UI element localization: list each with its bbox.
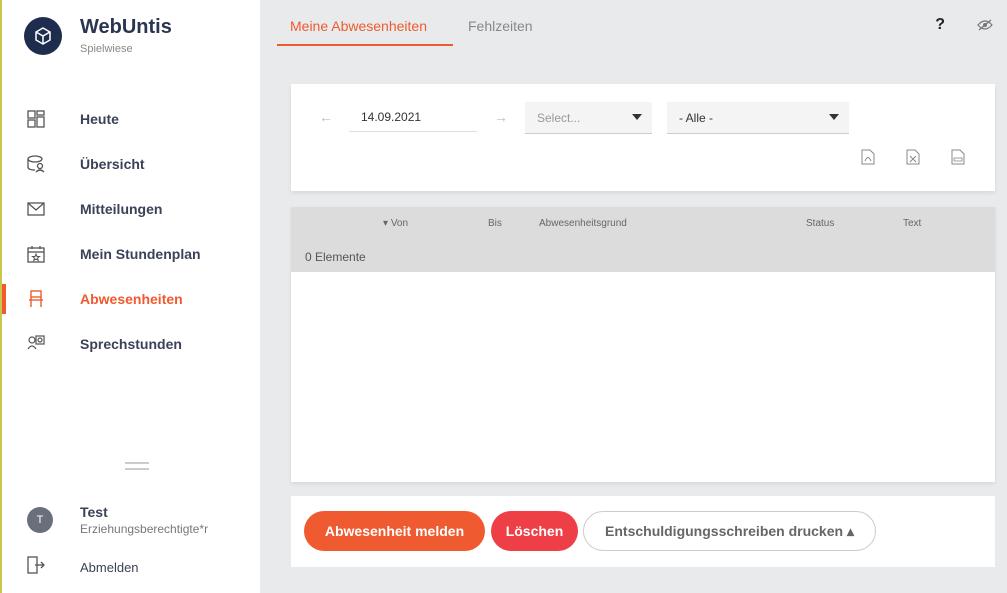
chair-icon: [27, 289, 45, 308]
app-title: WebUntis: [80, 16, 172, 38]
column-bis[interactable]: Bis: [488, 218, 502, 229]
eye-off-icon[interactable]: [977, 18, 993, 36]
sidebar-item-abwesenheiten[interactable]: Abwesenheiten: [2, 276, 260, 321]
collapse-handle[interactable]: [125, 462, 149, 474]
logo-icon: [24, 16, 62, 55]
next-date-button[interactable]: →: [494, 109, 508, 125]
sidebar-item-label: Heute: [80, 110, 119, 127]
sidebar: WebUntis Spielwiese Heute Übersicht Mitt…: [0, 0, 260, 593]
tab-meine-abwesenheiten[interactable]: Meine Abwesenheiten: [290, 18, 427, 34]
sidebar-item-label: Mein Stundenplan: [80, 245, 201, 262]
student-select-value: Select...: [537, 111, 581, 125]
chevron-down-icon: [632, 114, 642, 120]
status-select-value: - Alle -: [679, 111, 714, 125]
sidebar-item-label: Mitteilungen: [80, 200, 163, 217]
mail-icon: [27, 200, 45, 218]
sidebar-item-label: Übersicht: [80, 155, 145, 172]
sidebar-item-mitteilungen[interactable]: Mitteilungen: [2, 186, 260, 231]
report-absence-button[interactable]: Abwesenheit melden: [304, 511, 485, 551]
overview-icon: [27, 154, 45, 173]
active-tab-indicator: [277, 44, 453, 46]
dashboard-icon: [27, 109, 45, 128]
status-select[interactable]: - Alle -: [667, 102, 849, 134]
column-label: Von: [390, 218, 409, 229]
brand[interactable]: WebUntis Spielwiese: [24, 16, 172, 55]
csv-export-icon[interactable]: [951, 149, 965, 165]
delete-button[interactable]: Löschen: [491, 511, 578, 551]
logout-button[interactable]: Abmelden: [27, 556, 139, 579]
chevron-down-icon: [829, 114, 839, 120]
sidebar-item-label: Abwesenheiten: [80, 290, 183, 307]
sidebar-item-sprechstunden[interactable]: Sprechstunden: [2, 321, 260, 366]
office-hours-icon: [27, 334, 45, 353]
pdf-export-icon[interactable]: [861, 149, 875, 165]
logout-icon: [27, 556, 45, 579]
avatar: T: [27, 507, 53, 533]
app-subtitle: Spielwiese: [80, 43, 133, 55]
item-count: 0 Elemente: [305, 250, 366, 264]
column-text[interactable]: Text: [903, 218, 921, 229]
student-select[interactable]: Select...: [525, 102, 652, 134]
calendar-icon: [27, 245, 45, 263]
logout-label: Abmelden: [80, 560, 139, 575]
action-bar: Abwesenheit melden Löschen Entschuldigun…: [291, 496, 995, 567]
column-abwesenheitsgrund[interactable]: Abwesenheitsgrund: [539, 218, 627, 229]
sidebar-item-label: Sprechstunden: [80, 335, 182, 352]
previous-date-button[interactable]: ←: [319, 109, 333, 125]
sidebar-nav: Heute Übersicht Mitteilungen Mein Stunde…: [2, 96, 260, 366]
help-icon[interactable]: ?: [935, 16, 945, 34]
user-profile[interactable]: T Test Erziehungsberechtigte*r: [27, 504, 208, 536]
column-von[interactable]: ▾ Von: [383, 218, 408, 229]
table-header: ▾ Von Bis Abwesenheitsgrund Status Text …: [291, 207, 995, 272]
sidebar-item-stundenplan[interactable]: Mein Stundenplan: [2, 231, 260, 276]
sidebar-item-uebersicht[interactable]: Übersicht: [2, 141, 260, 186]
print-excuse-button[interactable]: Entschuldigungsschreiben drucken ▴: [583, 511, 876, 551]
date-field[interactable]: 14.09.2021: [349, 102, 477, 132]
column-status[interactable]: Status: [806, 218, 834, 229]
sidebar-item-heute[interactable]: Heute: [2, 96, 260, 141]
filter-panel: ← 14.09.2021 → Select... - Alle -: [291, 84, 995, 191]
user-name: Test: [80, 504, 108, 520]
excel-export-icon[interactable]: [906, 149, 920, 165]
tab-fehlzeiten[interactable]: Fehlzeiten: [468, 18, 533, 34]
user-role: Erziehungsberechtigte*r: [80, 522, 209, 536]
absences-table: ▾ Von Bis Abwesenheitsgrund Status Text …: [291, 207, 995, 482]
top-tabs: Meine Abwesenheiten Fehlzeiten ?: [262, 0, 1007, 55]
